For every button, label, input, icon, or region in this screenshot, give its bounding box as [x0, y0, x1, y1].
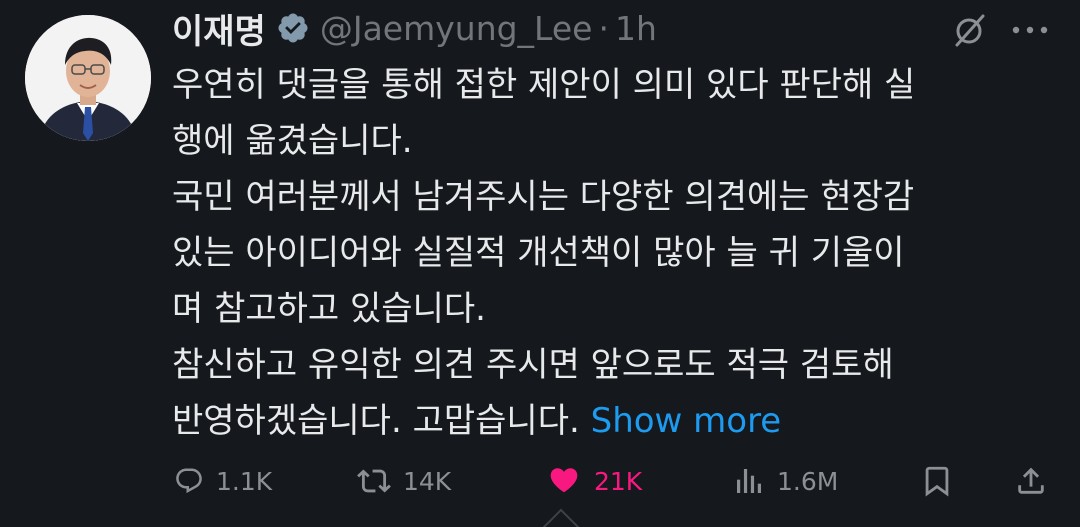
grok-icon[interactable]	[951, 11, 989, 49]
tweet-text: 우연히 댓글을 통해 접한 제안이 의미 있다 판단해 실 행에 옮겼습니다. …	[172, 57, 1052, 449]
share-icon	[1014, 464, 1048, 498]
handle[interactable]: @Jaemyung_Lee	[320, 9, 593, 48]
tweet-text-line: 국민 여러분께서 남겨주시는 다양한 의견에는 현장감	[172, 177, 915, 217]
heart-icon	[546, 463, 582, 499]
retweet-button[interactable]: 14K	[357, 456, 451, 506]
tweet-text-line: 반영하겠습니다. 고맙습니다.	[172, 401, 580, 441]
tweet-header: 이재명 @Jaemyung_Lee · 1h	[172, 4, 657, 52]
action-bar: 1.1K 14K 21K 1.6M	[0, 456, 1080, 506]
views-button[interactable]: 1.6M	[733, 456, 838, 506]
tweet-text-last-line: 반영하겠습니다. 고맙습니다. Show more	[172, 393, 1052, 449]
bookmark-button[interactable]	[920, 456, 954, 506]
show-more-link[interactable]: Show more	[591, 401, 782, 441]
tweet-text-line: 있는 아이디어와 실질적 개선책이 많아 늘 귀 기울이	[172, 233, 905, 273]
tweet-text-line: 참신하고 유익한 의견 주시면 앞으로도 적극 검토해	[172, 345, 894, 385]
like-count: 21K	[594, 466, 643, 496]
tweet-text-line: 며 참고하고 있습니다.	[172, 289, 486, 329]
avatar-image	[25, 15, 151, 141]
separator-dot: ·	[598, 8, 609, 48]
tweet-text-line: 우연히 댓글을 통해 접한 제안이 의미 있다 판단해 실	[172, 65, 916, 105]
divider-notch	[542, 508, 580, 527]
avatar[interactable]	[25, 15, 151, 141]
retweet-icon	[357, 464, 391, 498]
more-options-icon[interactable]	[1010, 22, 1050, 36]
tweet-text-line: 행에 옮겼습니다.	[172, 121, 413, 161]
display-name[interactable]: 이재명	[172, 4, 266, 53]
like-button[interactable]: 21K	[546, 456, 642, 506]
timestamp[interactable]: 1h	[615, 9, 657, 48]
bookmark-icon	[920, 464, 954, 498]
retweet-count: 14K	[403, 466, 452, 496]
views-chart-icon	[733, 465, 765, 497]
reply-icon	[174, 466, 204, 496]
reply-button[interactable]: 1.1K	[174, 456, 272, 506]
share-button[interactable]	[1014, 456, 1048, 506]
tweet-card: 이재명 @Jaemyung_Lee · 1h 우연히 댓글을 통해 접한 제안이…	[0, 0, 1080, 527]
reply-count: 1.1K	[216, 466, 273, 496]
views-count: 1.6M	[777, 466, 839, 496]
verified-badge-icon	[276, 11, 310, 45]
